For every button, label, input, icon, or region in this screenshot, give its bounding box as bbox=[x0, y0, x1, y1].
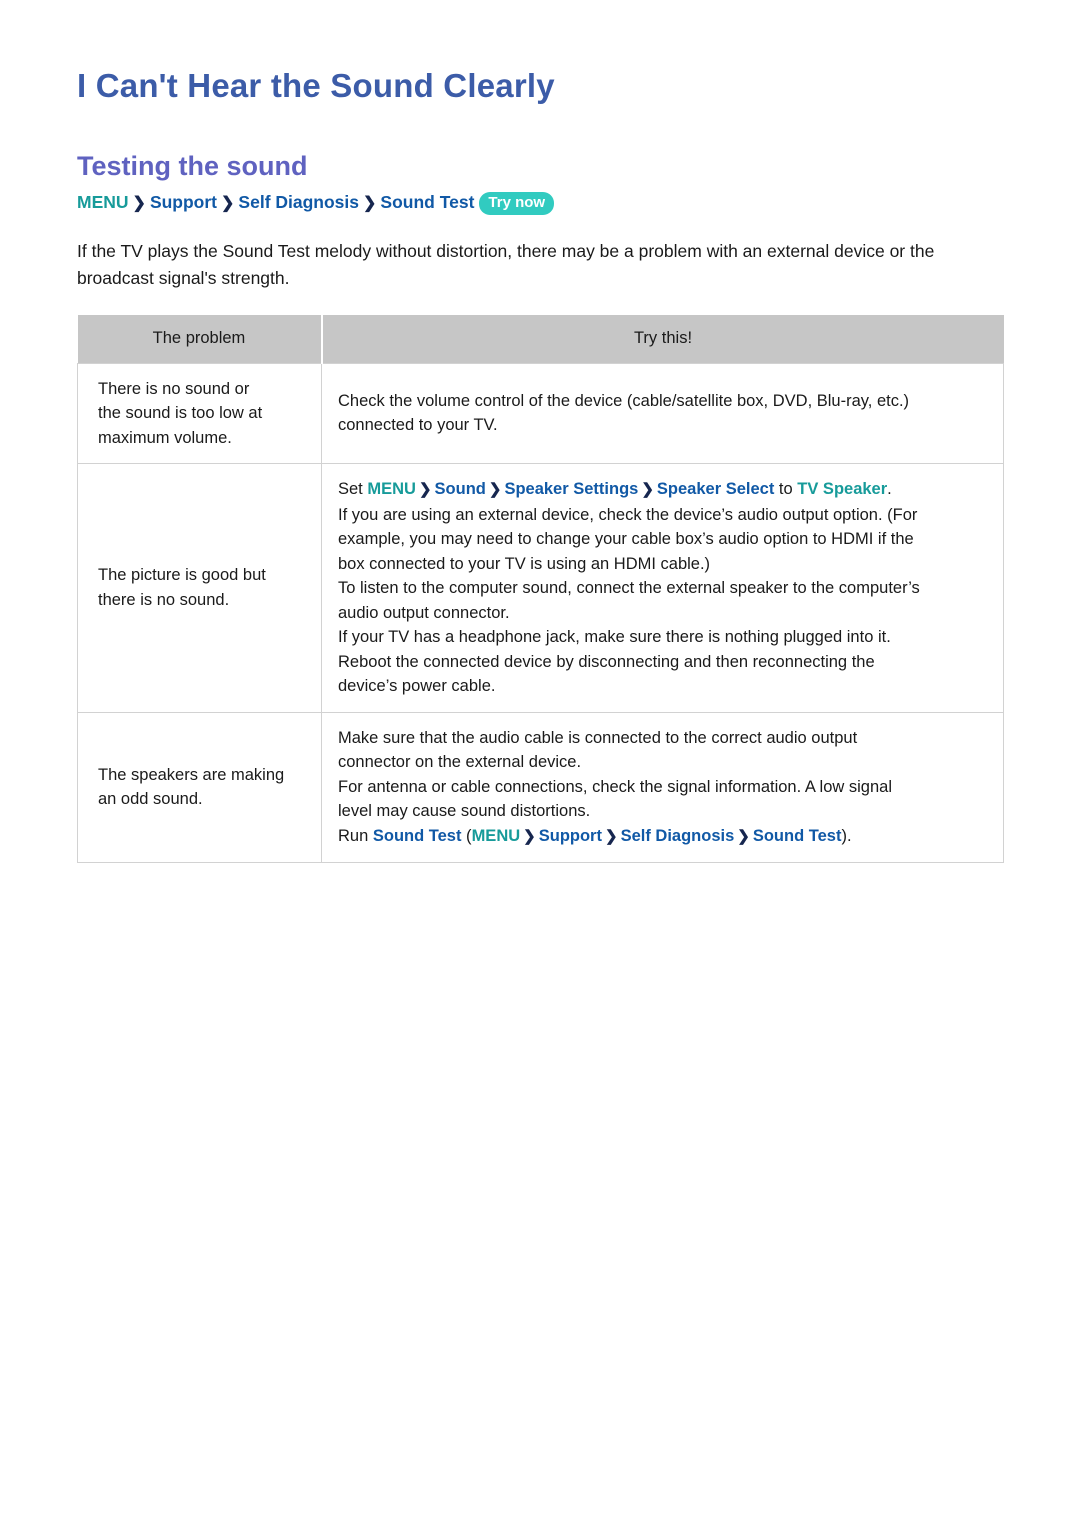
menu-path-item-speaker-select[interactable]: Speaker Select bbox=[657, 480, 774, 498]
chevron-right-icon: ❯ bbox=[132, 195, 146, 212]
text-line: connector on the external device. bbox=[338, 753, 582, 771]
menu-path-item-sound[interactable]: Sound bbox=[435, 480, 486, 498]
document-page: I Can't Hear the Sound Clearly Testing t… bbox=[0, 0, 1080, 1527]
chevron-right-icon: ❯ bbox=[221, 195, 235, 212]
text-line: audio output connector. bbox=[338, 603, 510, 622]
menu-path-line: Set MENU ❯ Sound ❯ Speaker Settings ❯ Speaker … bbox=[338, 477, 989, 503]
cell-try-this: Make sure that the audio cable is connec… bbox=[321, 711, 1004, 863]
cell-problem: The picture is good but there is no soun… bbox=[77, 463, 322, 713]
text-line: Check the volume control of the device (… bbox=[338, 391, 910, 410]
text-line: Make sure that the audio cable is connec… bbox=[338, 728, 858, 747]
text-line: there is no sound. bbox=[98, 590, 230, 609]
text-line: The speakers are making bbox=[98, 765, 285, 784]
text-line: For antenna or cable connections, check … bbox=[338, 777, 892, 796]
page-title: I Can't Hear the Sound Clearly bbox=[77, 67, 555, 104]
menu-path-item-speaker-settings[interactable]: Speaker Settings bbox=[504, 480, 638, 498]
menu-path-item-menu[interactable]: MENU bbox=[472, 827, 521, 845]
chevron-right-icon: ❯ bbox=[604, 827, 618, 845]
chevron-right-icon: ❯ bbox=[641, 481, 654, 498]
text-line: an odd sound. bbox=[98, 790, 203, 809]
intro-paragraph: If the TV plays the Sound Test melody wi… bbox=[77, 241, 935, 288]
troubleshooting-table: The problem Try this! There is no sound … bbox=[77, 315, 1004, 863]
table-row: The speakers are making an odd sound. Ma… bbox=[77, 711, 1004, 863]
breadcrumb-item-sound-test[interactable]: Sound Test bbox=[380, 192, 474, 212]
text-line: maximum volume. bbox=[98, 428, 232, 447]
menu-path-item-menu[interactable]: MENU bbox=[367, 480, 416, 498]
breadcrumb-item-self-diagnosis[interactable]: Self Diagnosis bbox=[238, 192, 359, 212]
cell-try-this: Set MENU ❯ Sound ❯ Speaker Settings ❯ Speaker … bbox=[321, 463, 1004, 713]
column-header-problem: The problem bbox=[77, 315, 323, 363]
column-header-try-this: Try this! bbox=[321, 315, 1004, 363]
text-line: The picture is good but bbox=[98, 566, 266, 585]
table-row: There is no sound or the sound is too lo… bbox=[77, 362, 1004, 464]
section-heading: Testing the sound bbox=[77, 151, 308, 181]
menu-path-item-sound-test-2[interactable]: Sound Test bbox=[753, 827, 842, 845]
menu-path-prefix: Set bbox=[338, 480, 368, 498]
table-header-row: The problem Try this! bbox=[77, 315, 1004, 363]
menu-path-item-support[interactable]: Support bbox=[539, 827, 602, 845]
try-now-badge[interactable]: Try now bbox=[479, 192, 555, 215]
text-line: the sound is too low at bbox=[98, 404, 263, 422]
menu-path-connector: to bbox=[774, 480, 798, 498]
breadcrumb-item-support[interactable]: Support bbox=[150, 192, 217, 212]
menu-path-prefix: Run bbox=[338, 826, 373, 845]
text-line: box connected to your TV is using an HDM… bbox=[338, 554, 711, 573]
chevron-right-icon: ❯ bbox=[737, 827, 750, 845]
open-paren: ( bbox=[461, 826, 472, 845]
text-line: Reboot the connected device by disconnec… bbox=[338, 652, 875, 671]
text-line: device’s power cable. bbox=[338, 677, 496, 695]
text-line: If your TV has a headphone jack, make su… bbox=[338, 628, 891, 646]
cell-try-this: Check the volume control of the device (… bbox=[321, 362, 1004, 464]
menu-path-item-sound-test[interactable]: Sound Test bbox=[373, 827, 462, 845]
table-header: The problem Try this! bbox=[77, 315, 1004, 363]
menu-path-line: Run Sound Test (MENU ❯ Support ❯ Self Diagno… bbox=[338, 824, 989, 850]
menu-path-period: . bbox=[887, 480, 892, 498]
chevron-right-icon: ❯ bbox=[488, 481, 502, 498]
cell-problem: The speakers are making an odd sound. bbox=[77, 711, 322, 863]
menu-path-value-tv-speaker[interactable]: TV Speaker bbox=[797, 480, 887, 498]
chevron-right-icon: ❯ bbox=[363, 195, 377, 212]
chevron-right-icon: ❯ bbox=[523, 827, 536, 845]
text-line: To listen to the computer sound, connect… bbox=[338, 579, 920, 597]
text-line: There is no sound or bbox=[98, 379, 250, 398]
text-line: level may cause sound distortions. bbox=[338, 802, 591, 820]
close-paren: ). bbox=[841, 826, 852, 845]
breadcrumb: MENU ❯ Support ❯ Self Diagnosis ❯ Sound Test Tr… bbox=[77, 190, 1003, 216]
menu-path-item-self-diagnosis[interactable]: Self Diagnosis bbox=[621, 827, 735, 845]
table-row: The picture is good but there is no soun… bbox=[77, 463, 1004, 713]
table-body: There is no sound or the sound is too lo… bbox=[77, 362, 1004, 863]
chevron-right-icon: ❯ bbox=[418, 481, 432, 498]
text-line: If you are using an external device, che… bbox=[338, 505, 918, 524]
cell-problem: There is no sound or the sound is too lo… bbox=[77, 362, 322, 464]
text-line: connected to your TV. bbox=[338, 416, 498, 435]
text-line: example, you may need to change your cab… bbox=[338, 530, 914, 548]
breadcrumb-item-menu[interactable]: MENU bbox=[77, 192, 129, 212]
